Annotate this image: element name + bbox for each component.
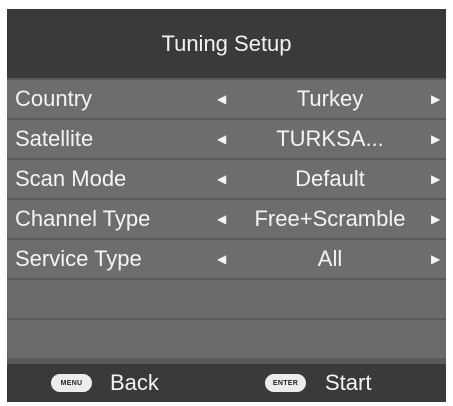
setting-label: Scan Mode bbox=[15, 166, 127, 191]
footer-bar: MENU Back ENTER Start bbox=[7, 364, 446, 402]
setting-value: All bbox=[317, 246, 343, 271]
setting-value: Default bbox=[295, 166, 365, 191]
empty-row bbox=[7, 320, 446, 358]
triangle-left-icon[interactable]: ◀ bbox=[217, 240, 226, 278]
setting-value: Free+Scramble bbox=[254, 206, 406, 231]
setting-row-country[interactable]: Country ◀ Turkey ▶ bbox=[7, 80, 446, 118]
triangle-right-icon[interactable]: ▶ bbox=[431, 120, 440, 158]
triangle-right-icon[interactable]: ▶ bbox=[431, 200, 440, 238]
setting-label: Satellite bbox=[15, 126, 94, 151]
triangle-left-icon[interactable]: ◀ bbox=[217, 160, 226, 198]
triangle-right-icon[interactable]: ▶ bbox=[431, 240, 440, 278]
setting-label: Country bbox=[15, 86, 93, 111]
setting-value: TURKSA... bbox=[276, 126, 384, 151]
enter-key-icon[interactable]: ENTER bbox=[265, 374, 306, 392]
triangle-left-icon[interactable]: ◀ bbox=[217, 120, 226, 158]
setting-row-channel-type[interactable]: Channel Type ◀ Free+Scramble ▶ bbox=[7, 200, 446, 238]
setting-value: Turkey bbox=[296, 86, 364, 111]
setting-label: Service Type bbox=[15, 246, 142, 271]
triangle-right-icon[interactable]: ▶ bbox=[431, 80, 440, 118]
triangle-left-icon[interactable]: ◀ bbox=[217, 80, 226, 118]
menu-key-icon[interactable]: MENU bbox=[51, 374, 92, 392]
setting-row-satellite[interactable]: Satellite ◀ TURKSA... ▶ bbox=[7, 120, 446, 158]
start-label[interactable]: Start bbox=[325, 364, 371, 402]
back-label[interactable]: Back bbox=[110, 364, 159, 402]
triangle-left-icon[interactable]: ◀ bbox=[217, 200, 226, 238]
dialog-title: Tuning Setup bbox=[7, 9, 446, 78]
setting-row-scan-mode[interactable]: Scan Mode ◀ Default ▶ bbox=[7, 160, 446, 198]
tuning-setup-dialog: Tuning Setup Country ◀ Turkey ▶ Satellit… bbox=[7, 9, 446, 402]
setting-label: Channel Type bbox=[15, 206, 151, 231]
setting-row-service-type[interactable]: Service Type ◀ All ▶ bbox=[7, 240, 446, 278]
empty-row bbox=[7, 280, 446, 318]
triangle-right-icon[interactable]: ▶ bbox=[431, 160, 440, 198]
